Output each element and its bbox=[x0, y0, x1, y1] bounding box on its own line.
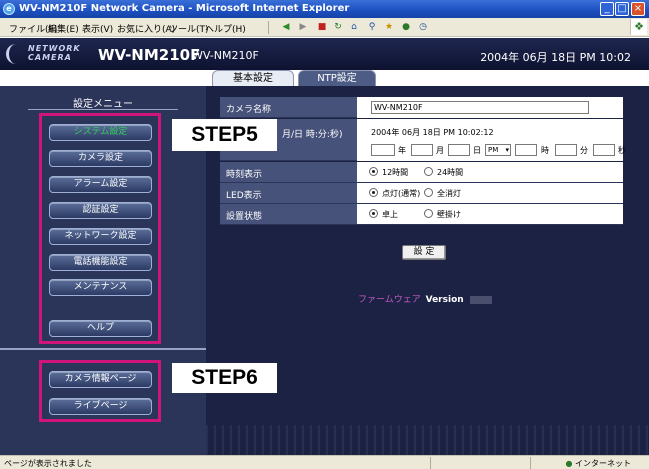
media-icon[interactable]: ● bbox=[400, 21, 412, 33]
maximize-button[interactable]: □ bbox=[615, 2, 629, 16]
time-24h-label: 24時間 bbox=[437, 168, 464, 177]
logo-swoosh-icon bbox=[6, 44, 28, 64]
favorites-icon[interactable]: ★ bbox=[383, 21, 395, 33]
refresh-icon[interactable]: ↻ bbox=[332, 21, 344, 33]
step6-label: STEP6 bbox=[172, 363, 277, 393]
close-button[interactable]: × bbox=[631, 2, 645, 16]
status-text: ページが表示されました bbox=[4, 459, 92, 468]
led-on-label: 点灯(通常) bbox=[382, 189, 421, 198]
settings-menu-heading: 設定メニュー bbox=[73, 99, 133, 110]
logo-line-network: NETWORK bbox=[28, 44, 81, 53]
install-label: 設置状態 bbox=[226, 212, 263, 222]
firmware-version: ファームウェア Version bbox=[358, 292, 492, 305]
history-icon[interactable]: ◷ bbox=[417, 21, 429, 33]
forward-icon[interactable]: ▶ bbox=[297, 21, 309, 33]
led-on-radio[interactable] bbox=[369, 188, 378, 197]
internet-zone-icon: ● bbox=[565, 459, 573, 468]
tab-basic-settings[interactable]: 基本設定 bbox=[212, 70, 294, 86]
month-unit: 月 bbox=[436, 146, 444, 155]
led-label: LED表示 bbox=[226, 191, 262, 201]
status-divider bbox=[430, 457, 431, 469]
model-name-small: WV-NM210F bbox=[192, 49, 259, 62]
day-unit: 日 bbox=[473, 146, 481, 155]
hour-input[interactable] bbox=[515, 144, 537, 156]
step5-label: STEP5 bbox=[172, 119, 277, 151]
menu-view[interactable]: 表示(V) bbox=[82, 22, 113, 35]
current-datetime-text: 2004年 06月 18日 PM 10:02:12 bbox=[371, 128, 494, 137]
day-input[interactable] bbox=[448, 144, 470, 156]
menu-edit[interactable]: 編集(E) bbox=[48, 22, 79, 35]
step6-highlight-box bbox=[39, 360, 161, 422]
install-wall-label: 壁掛け bbox=[437, 210, 461, 219]
year-unit: 年 bbox=[398, 146, 406, 155]
stop-icon[interactable]: ■ bbox=[316, 21, 328, 33]
minute-unit: 分 bbox=[580, 146, 588, 155]
install-wall-radio[interactable] bbox=[424, 209, 433, 218]
camera-name-input[interactable]: WV-NM210F bbox=[371, 101, 589, 114]
tab-ntp-settings[interactable]: NTP設定 bbox=[298, 70, 376, 86]
chevron-down-icon: ▾ bbox=[505, 146, 509, 154]
led-off-radio[interactable] bbox=[424, 188, 433, 197]
step5-highlight-box bbox=[39, 113, 161, 344]
menubar: ファイル(F) 編集(E) 表示(V) お気に入り(A) ツール(T) ヘルプ(… bbox=[0, 18, 649, 37]
home-icon[interactable]: ⌂ bbox=[348, 21, 360, 33]
led-off-label: 全消灯 bbox=[437, 189, 461, 198]
minimize-button[interactable]: _ bbox=[600, 2, 614, 16]
toolbar-separator bbox=[268, 21, 269, 34]
second-unit: 秒 bbox=[618, 146, 626, 155]
firmware-label: ファームウェア bbox=[358, 295, 421, 305]
firmware-version-label: Version bbox=[425, 295, 464, 305]
statusbar: ページが表示されました ● インターネット bbox=[0, 455, 649, 469]
time-display-label: 時刻表示 bbox=[226, 170, 263, 180]
header-datetime: 2004年 06月 18日 PM 10:02 bbox=[480, 51, 631, 64]
status-zone: ● インターネット bbox=[565, 458, 631, 469]
back-icon[interactable]: ◀ bbox=[280, 21, 292, 33]
second-input[interactable] bbox=[593, 144, 615, 156]
firmware-version-number-redacted bbox=[469, 295, 492, 304]
time-12h-label: 12時間 bbox=[382, 168, 409, 177]
ie-icon: e bbox=[3, 3, 15, 15]
bottom-decor bbox=[206, 425, 649, 455]
model-name-large: WV-NM210F bbox=[98, 46, 201, 64]
hour-unit: 時 bbox=[541, 146, 549, 155]
time-12h-radio[interactable] bbox=[369, 167, 378, 176]
camera-name-label: カメラ名称 bbox=[226, 105, 272, 115]
camera-header: NETWORK CAMERA WV-NM210F WV-NM210F 2004年… bbox=[0, 38, 649, 70]
search-icon[interactable]: ⚲ bbox=[366, 21, 378, 33]
minute-input[interactable] bbox=[555, 144, 577, 156]
logo-line-camera: CAMERA bbox=[28, 53, 72, 62]
time-24h-radio[interactable] bbox=[424, 167, 433, 176]
ampm-value: PM bbox=[488, 146, 499, 154]
sidebar-section-divider bbox=[0, 348, 206, 350]
datetime-label: 月/日 時:分:秒) bbox=[282, 130, 343, 140]
year-input[interactable] bbox=[371, 144, 395, 156]
menu-tools[interactable]: ツール(T) bbox=[169, 22, 209, 35]
install-desk-label: 卓上 bbox=[382, 210, 398, 219]
window-title: WV-NM210F Network Camera - Microsoft Int… bbox=[19, 3, 350, 14]
status-zone-label: インターネット bbox=[575, 459, 631, 468]
menu-help[interactable]: ヘルプ(H) bbox=[205, 22, 246, 35]
set-button[interactable]: 設 定 bbox=[402, 245, 446, 260]
menu-favorites[interactable]: お気に入り(A) bbox=[117, 22, 175, 35]
window-titlebar: e WV-NM210F Network Camera - Microsoft I… bbox=[0, 0, 649, 18]
windows-logo-icon: ❖ bbox=[630, 19, 647, 35]
month-input[interactable] bbox=[411, 144, 433, 156]
install-desk-radio[interactable] bbox=[369, 209, 378, 218]
status-divider bbox=[530, 457, 531, 469]
ampm-select[interactable]: PM ▾ bbox=[485, 144, 511, 156]
sidebar-divider bbox=[28, 109, 178, 110]
